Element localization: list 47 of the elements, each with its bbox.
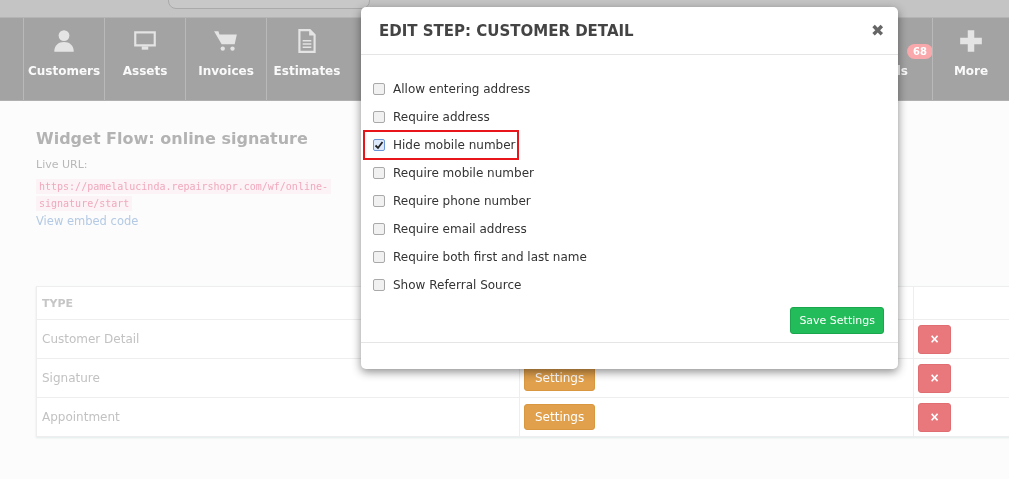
checkbox[interactable]: [373, 167, 385, 179]
delete-button[interactable]: ×: [918, 402, 951, 432]
checkbox[interactable]: [373, 83, 385, 95]
nav-label: Estimates: [273, 64, 341, 78]
checkbox-label: Hide mobile number: [393, 138, 516, 152]
cart-icon: [213, 28, 239, 54]
nav-label: Customers: [27, 64, 101, 78]
dialog-title: EDIT STEP: CUSTOMER DETAIL: [379, 21, 634, 40]
plus-icon: [958, 28, 984, 54]
checkbox-label: Allow entering address: [393, 82, 531, 96]
settings-button[interactable]: Settings: [524, 404, 596, 430]
nav-item[interactable]: More: [932, 18, 1009, 100]
page-title: Widget Flow: online signature: [36, 129, 308, 148]
nav-item[interactable]: Customers: [23, 18, 104, 100]
delete-button[interactable]: ×: [918, 324, 951, 354]
table-cell-text: Signature: [41, 371, 101, 385]
checkbox[interactable]: [373, 195, 385, 207]
person-icon: [51, 28, 77, 54]
checkbox-label: Require phone number: [393, 194, 531, 208]
nav-item[interactable]: Invoices: [185, 18, 266, 100]
checkbox[interactable]: [373, 111, 385, 123]
nav-label: ls: [896, 64, 908, 78]
nav-item[interactable]: Estimates: [266, 18, 347, 100]
nav-label: Invoices: [198, 64, 254, 78]
save-settings-button[interactable]: Save Settings: [790, 307, 884, 334]
checkbox[interactable]: [373, 279, 385, 291]
url-text: signature/start: [36, 196, 133, 211]
nav-label: More: [953, 64, 989, 78]
nav-item[interactable]: Assets: [104, 18, 185, 100]
checkbox-label: Require email address: [393, 222, 527, 236]
checkbox-label: Show Referral Source: [393, 278, 522, 292]
delete-button[interactable]: ×: [918, 363, 951, 393]
close-button[interactable]: ✖: [871, 21, 884, 40]
checkbox-label: Require mobile number: [393, 166, 534, 180]
live-url-label: Live URL:: [36, 158, 88, 171]
embed-code-link[interactable]: View embed code: [36, 214, 139, 228]
checkbox-label: Require both first and last name: [393, 250, 587, 264]
url-text: https://pamelalucinda.repairshopr.com/wf/online-: [36, 179, 331, 194]
checkbox[interactable]: [373, 139, 385, 151]
checkbox[interactable]: [373, 223, 385, 235]
column-header: TYPE: [41, 296, 75, 310]
count-badge: 68: [907, 44, 933, 59]
table-cell-text: Appointment: [41, 410, 121, 424]
table-cell-text: Customer Detail: [41, 332, 141, 346]
checkbox[interactable]: [373, 251, 385, 263]
checkbox-label: Require address: [393, 110, 490, 124]
nav-label: Assets: [122, 64, 168, 78]
